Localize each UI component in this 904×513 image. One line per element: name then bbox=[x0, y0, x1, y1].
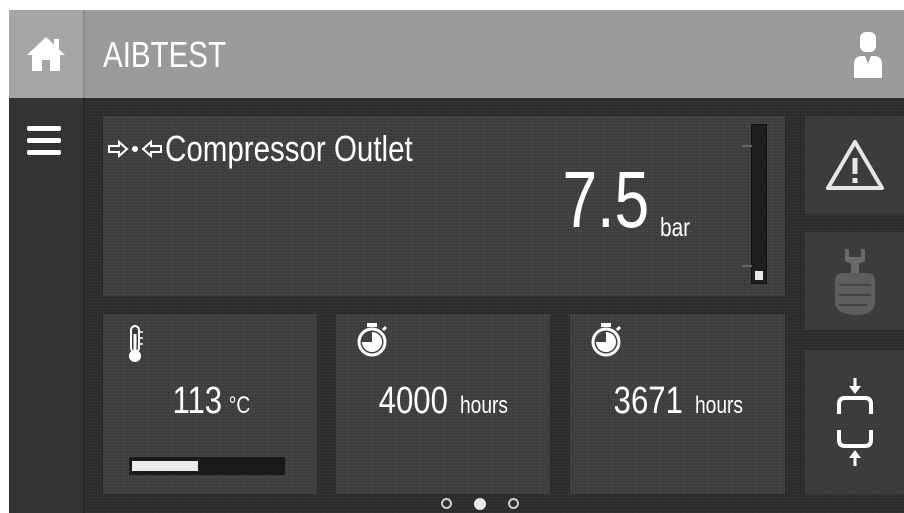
user-icon bbox=[854, 32, 882, 78]
pressure-unit: bar bbox=[660, 212, 691, 242]
bar-tick bbox=[742, 145, 752, 147]
pressure-level-bar bbox=[742, 124, 767, 284]
thermometer-icon bbox=[129, 325, 143, 362]
running-hours-reading: 4000 hours bbox=[336, 380, 550, 423]
stopwatch-icon bbox=[591, 323, 622, 357]
temperature-level-bar bbox=[129, 457, 285, 475]
loaded-hours-unit: hours bbox=[694, 392, 744, 419]
temperature-level-fill bbox=[132, 461, 198, 471]
top-bar: AIBTEST bbox=[9, 10, 904, 98]
app-title: AIBTEST bbox=[103, 34, 227, 75]
left-sidebar bbox=[9, 98, 85, 513]
temperature-value: 113 bbox=[172, 380, 223, 422]
loaded-hours-value: 3671 bbox=[613, 380, 683, 422]
user-button[interactable] bbox=[846, 32, 890, 78]
warning-triangle-icon bbox=[825, 140, 884, 190]
hamburger-menu-icon bbox=[27, 126, 61, 155]
temperature-tile[interactable]: 113 °C bbox=[103, 314, 317, 494]
home-button[interactable] bbox=[9, 10, 85, 98]
running-hours-unit: hours bbox=[460, 392, 509, 419]
temperature-unit: °C bbox=[228, 392, 251, 419]
running-hours-value: 4000 bbox=[379, 380, 449, 422]
page-dot-3[interactable] bbox=[508, 498, 519, 509]
alarm-button[interactable] bbox=[805, 116, 904, 214]
running-hours-tile[interactable]: 4000 hours bbox=[336, 314, 550, 494]
page-dot-1[interactable] bbox=[441, 498, 452, 509]
load-unload-button[interactable] bbox=[805, 350, 904, 494]
load-unload-cycle-icon bbox=[832, 378, 877, 466]
compressor-outlet-arrows-icon bbox=[108, 139, 162, 159]
home-icon bbox=[27, 37, 65, 71]
service-wrench-hand-icon bbox=[834, 249, 875, 315]
outlet-label: Compressor Outlet bbox=[165, 128, 413, 169]
compressor-outlet-tile[interactable]: Compressor Outlet 7.5 bar bbox=[103, 116, 785, 296]
bar-tick bbox=[742, 265, 752, 267]
pressure-level-fill bbox=[755, 271, 763, 280]
loaded-hours-tile[interactable]: 3671 hours bbox=[570, 314, 785, 494]
loaded-hours-reading: 3671 hours bbox=[570, 380, 785, 423]
controller-screen: AIBTEST Compressor Outlet 7.5 bar 113 °C… bbox=[9, 10, 904, 513]
pressure-value: 7.5 bbox=[562, 155, 649, 244]
menu-button[interactable] bbox=[25, 124, 65, 160]
stopwatch-icon bbox=[357, 323, 388, 357]
page-dot-2[interactable] bbox=[474, 498, 486, 510]
page-indicator bbox=[441, 498, 519, 512]
temperature-reading: 113 °C bbox=[103, 380, 317, 423]
service-button[interactable] bbox=[805, 232, 904, 330]
